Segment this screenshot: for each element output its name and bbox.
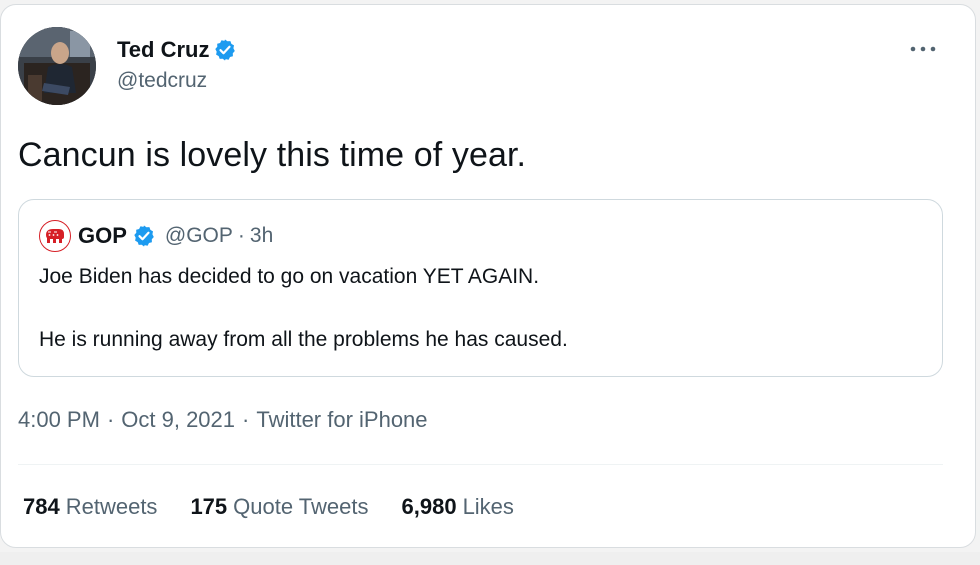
verified-badge-icon — [215, 39, 236, 61]
retweets-label: Retweets — [65, 494, 158, 519]
likes-count: 6,980 — [401, 494, 457, 519]
author-avatar[interactable] — [18, 27, 96, 105]
tweet-date[interactable]: Oct 9, 2021 — [121, 407, 235, 433]
quote-tweets-label: Quote Tweets — [233, 494, 369, 519]
author-name-row: Ted Cruz — [117, 36, 237, 64]
quoted-tweet-header: GOP @GOP · 3h — [39, 220, 273, 252]
quoted-author-avatar — [39, 220, 71, 252]
verified-badge-icon — [134, 225, 154, 247]
quote-tweets-count: 175 — [190, 494, 228, 519]
author-handle[interactable]: @tedcruz — [117, 69, 237, 93]
likes-label: Likes — [462, 494, 514, 519]
quoted-timestamp: 3h — [249, 224, 274, 247]
meta-separator: · — [242, 407, 250, 432]
quote-tweets-stat[interactable]: 175 Quote Tweets — [190, 494, 368, 520]
author-info: Ted Cruz @tedcruz — [117, 36, 237, 93]
tweet-time[interactable]: 4:00 PM — [18, 407, 100, 433]
quoted-text-line-2: He is running away from all the problems… — [39, 328, 568, 351]
retweets-stat[interactable]: 784 Retweets — [23, 494, 157, 520]
quoted-text-line-1: Joe Biden has decided to go on vacation … — [39, 265, 540, 288]
quoted-separator: · — [237, 224, 245, 247]
meta-separator: · — [106, 407, 115, 432]
tweet-meta: 4:00 PM · Oct 9, 2021 · Twitter for iPho… — [18, 407, 428, 433]
quoted-author-handle: @GOP — [164, 224, 233, 247]
quoted-author-name: GOP — [78, 223, 127, 248]
tweet-source[interactable]: Twitter for iPhone — [256, 407, 427, 433]
more-options-icon[interactable] — [908, 39, 938, 59]
divider — [18, 464, 943, 465]
gop-elephant-icon — [46, 229, 64, 243]
tweet-stats: 784 Retweets 175 Quote Tweets 6,980 Likes — [23, 494, 547, 520]
author-name[interactable]: Ted Cruz — [117, 37, 209, 63]
quoted-tweet[interactable]: GOP @GOP · 3h Joe Biden has decided to g… — [18, 199, 943, 377]
tweet-text: Cancun is lovely this time of year. — [18, 136, 527, 174]
retweets-count: 784 — [23, 494, 60, 519]
tweet-card: Ted Cruz @tedcruz Cancun is lovely this … — [0, 4, 976, 548]
background-strip — [0, 552, 980, 565]
likes-stat[interactable]: 6,980 Likes — [402, 494, 514, 520]
avatar-photo — [18, 27, 96, 105]
